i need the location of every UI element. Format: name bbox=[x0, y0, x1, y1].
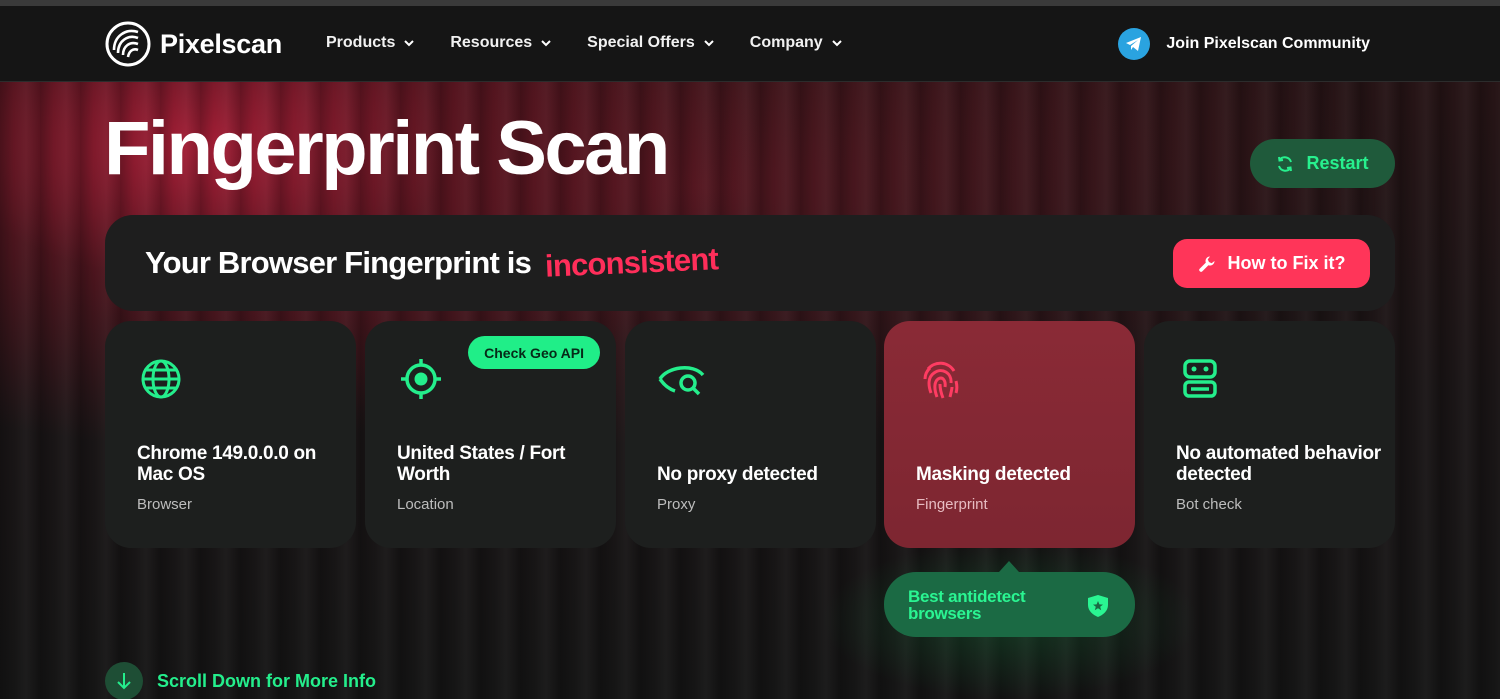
how-to-fix-label: How to Fix it? bbox=[1227, 253, 1346, 273]
globe-icon bbox=[141, 359, 181, 399]
bot-check-label: Bot check bbox=[1176, 496, 1242, 513]
location-card[interactable]: Check Geo API United States / Fort Worth… bbox=[365, 321, 616, 548]
location-value: United States / Fort Worth bbox=[397, 443, 566, 485]
best-antidetect-browsers-button[interactable]: Best antidetect browsers bbox=[884, 572, 1135, 637]
nav-special-offers[interactable]: Special Offers bbox=[587, 34, 715, 52]
result-headline: Your Browser Fingerprint is inconsistent bbox=[145, 241, 719, 284]
telegram-icon bbox=[1118, 28, 1151, 60]
scroll-down-label: Scroll Down for More Info bbox=[157, 670, 376, 691]
site-header: Pixelscan Products Resources Special Off… bbox=[0, 6, 1500, 82]
nav-special-offers-label: Special Offers bbox=[587, 34, 695, 51]
chevron-down-icon bbox=[404, 40, 415, 47]
proxy-card[interactable]: No proxy detected Proxy bbox=[625, 321, 876, 548]
result-prefix: Your Browser Fingerprint is bbox=[145, 245, 532, 280]
shield-star-icon bbox=[1088, 595, 1108, 617]
scroll-down-link[interactable]: Scroll Down for More Info bbox=[105, 662, 376, 699]
join-community-link[interactable]: Join Pixelscan Community bbox=[1118, 28, 1370, 60]
fingerprint-icon bbox=[923, 361, 959, 399]
main-nav: Products Resources Special Offers Compan… bbox=[326, 34, 843, 52]
browser-label: Browser bbox=[137, 496, 193, 513]
page-title: Fingerprint Scan bbox=[104, 106, 670, 191]
check-geo-api-button[interactable]: Check Geo API bbox=[468, 336, 600, 369]
result-banner: Your Browser Fingerprint is inconsistent… bbox=[105, 215, 1395, 311]
pixelscan-logo-icon bbox=[105, 21, 151, 67]
fingerprint-label: Fingerprint bbox=[916, 496, 988, 513]
arrow-down-icon bbox=[105, 662, 143, 699]
refresh-icon bbox=[1278, 155, 1293, 172]
brand-logo[interactable]: Pixelscan bbox=[104, 20, 282, 68]
browser-value: Chrome 149.0.0.0 on Mac OS bbox=[137, 443, 317, 485]
proxy-label: Proxy bbox=[657, 496, 696, 513]
brand-name: Pixelscan bbox=[160, 28, 282, 59]
restart-label: Restart bbox=[1306, 153, 1369, 173]
fingerprint-value: Masking detected bbox=[916, 464, 1071, 485]
how-to-fix-button[interactable]: How to Fix it? bbox=[1173, 239, 1370, 288]
chevron-down-icon bbox=[541, 40, 551, 47]
nav-products[interactable]: Products bbox=[326, 34, 415, 52]
restart-button[interactable]: Restart bbox=[1250, 139, 1395, 188]
result-status: inconsistent bbox=[544, 241, 719, 284]
chevron-down-icon bbox=[831, 40, 842, 47]
tooltip-pointer bbox=[999, 561, 1019, 572]
join-community-label: Join Pixelscan Community bbox=[1166, 35, 1370, 52]
nav-company[interactable]: Company bbox=[750, 34, 843, 52]
target-icon bbox=[401, 359, 441, 399]
nav-company-label: Company bbox=[749, 34, 823, 51]
location-label: Location bbox=[397, 496, 454, 513]
nav-resources-label: Resources bbox=[450, 34, 533, 51]
nav-resources[interactable]: Resources bbox=[450, 34, 552, 52]
eye-search-icon bbox=[658, 366, 705, 396]
wrench-icon bbox=[1198, 256, 1214, 272]
browser-card[interactable]: Chrome 149.0.0.0 on Mac OS Browser bbox=[105, 321, 356, 548]
antidetect-label: Best antidetect browsers bbox=[908, 587, 1026, 623]
proxy-value: No proxy detected bbox=[657, 464, 818, 485]
chevron-down-icon bbox=[704, 40, 714, 47]
robot-icon bbox=[1183, 359, 1217, 398]
nav-products-label: Products bbox=[326, 34, 396, 51]
fingerprint-card[interactable]: Masking detected Fingerprint bbox=[884, 321, 1135, 548]
bot-check-card[interactable]: No automated behavior detected Bot check bbox=[1144, 321, 1395, 548]
bot-check-value: No automated behavior detected bbox=[1176, 443, 1381, 485]
